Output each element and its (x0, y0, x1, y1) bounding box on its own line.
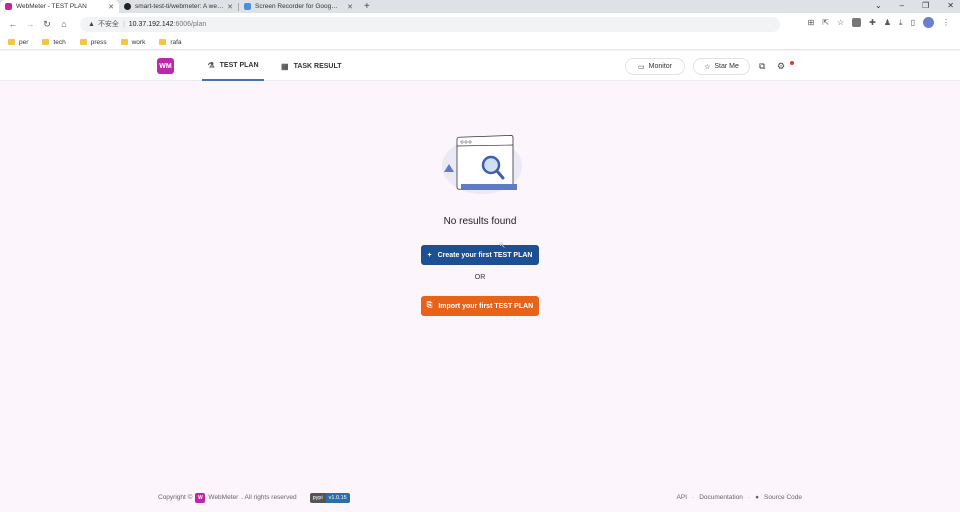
back-arrow-icon[interactable]: ← (6, 19, 20, 29)
no-results-title: No results found (443, 216, 517, 227)
side-panel-icon[interactable]: ▯ (911, 18, 915, 27)
translate-icon[interactable]: ⊞ (808, 18, 815, 27)
browser-addressbar: ← → ↻ ⌂ ▲ 不安全 | 10.37.192.142 :6006/plan… (0, 13, 960, 35)
webmeter-logo[interactable]: WM (157, 58, 174, 74)
mouse-cursor-icon: ↖ (499, 241, 506, 250)
bookmarks-bar: per tech press work rafa (0, 35, 960, 50)
tab-title: WebMeter - TEST PLAN (16, 3, 87, 10)
create-test-plan-button[interactable]: + Create your first TEST PLAN (421, 245, 539, 265)
import-test-plan-label: Import your first TEST PLAN (438, 302, 534, 310)
close-tab-icon[interactable]: ✕ (108, 3, 114, 11)
app-header: WM ⚗ TEST PLAN ▦ TASK RESULT ▭ Monitor ☆… (0, 51, 960, 81)
browser-tab-webmeter[interactable]: WebMeter - TEST PLAN ✕ (0, 0, 119, 13)
import-test-plan-button[interactable]: ⎘ Import your first TEST PLAN (421, 296, 539, 316)
reload-icon[interactable]: ↻ (40, 19, 54, 30)
bookmark-star-icon[interactable]: ☆ (837, 18, 844, 27)
tab-test-plan-label: TEST PLAN (219, 61, 259, 69)
minimize-icon[interactable]: – (900, 1, 904, 10)
close-tab-icon[interactable]: ✕ (227, 3, 233, 11)
link-separator: · (692, 494, 695, 501)
github-icon: ● (755, 494, 760, 501)
puzzle-extensions-icon[interactable]: ✚ (869, 18, 876, 27)
recorder-favicon-icon (244, 3, 251, 10)
share-icon[interactable]: ⇱ (822, 18, 829, 27)
download-icon[interactable]: ⤓ (899, 18, 903, 28)
url-path: :6006/plan (173, 20, 207, 28)
documentation-link[interactable]: Documentation (699, 494, 743, 501)
bookmark-folder-work[interactable]: work (120, 38, 146, 46)
browser-tab-recorder[interactable]: Screen Recorder for Goog… ✕ (239, 0, 358, 13)
footer-copyright: Copyright © W WebMeter . All rights rese… (158, 492, 350, 503)
bookmark-label: tech (53, 38, 66, 46)
bookmark-folder-rafa[interactable]: rafa (159, 38, 182, 46)
bookmark-folder-tech[interactable]: tech (42, 38, 66, 46)
copyright-text: Copyright © (158, 494, 193, 501)
flask-icon: ⚗ (207, 60, 215, 70)
monitor-button[interactable]: ▭ Monitor (625, 58, 685, 75)
star-me-label: Star Me (714, 63, 739, 70)
or-divider: OR (474, 274, 486, 281)
folder-icon (79, 39, 87, 45)
bookmark-label: work (131, 38, 146, 46)
close-tab-icon[interactable]: ✕ (347, 3, 353, 11)
api-link[interactable]: API (677, 494, 687, 501)
monitor-label: Monitor (648, 63, 672, 70)
tab-test-plan[interactable]: ⚗ TEST PLAN (202, 51, 264, 81)
home-icon[interactable]: ⌂ (57, 19, 71, 29)
folder-icon (8, 39, 15, 45)
source-code-link[interactable]: Source Code (764, 494, 802, 501)
bookmark-label: rafa (170, 38, 182, 46)
browser-tabbar: WebMeter - TEST PLAN ✕ smart-test-ti/web… (0, 0, 960, 13)
url-divider: | (122, 20, 125, 28)
extension-icon[interactable] (852, 18, 862, 27)
github-favicon-icon (124, 3, 131, 10)
bookmark-label: per (19, 38, 29, 46)
empty-search-illustration (442, 135, 522, 194)
tab-task-result-label: TASK RESULT (293, 62, 342, 70)
url-bar[interactable]: ▲ 不安全 | 10.37.192.142 :6006/plan (80, 16, 780, 32)
profile-avatar[interactable] (923, 17, 934, 28)
footer-brand[interactable]: WebMeter (208, 494, 238, 501)
toolbar-icons: ⊞ ⇱ ☆ ✚ ♟ ⤓ ▯ ⋮ (808, 17, 950, 28)
plus-icon: + (427, 251, 432, 259)
gear-icon[interactable]: ⚙ (777, 61, 785, 72)
monitor-icon: ▭ (638, 63, 645, 71)
window-controls: ⌄ – ❐ ✕ (875, 0, 954, 11)
footer-links: API · Documentation · ● Source Code (677, 492, 802, 503)
create-test-plan-label: Create your first TEST PLAN (437, 251, 533, 259)
translate-icon[interactable]: ⧉ (759, 61, 765, 72)
star-me-button[interactable]: ☆ Star Me (693, 58, 750, 75)
tab-search-chevron-icon[interactable]: ⌄ (875, 1, 882, 10)
webmeter-favicon-icon (5, 3, 12, 10)
calendar-icon: ▦ (281, 61, 289, 71)
star-icon: ☆ (704, 63, 711, 71)
bookmark-folder-per[interactable]: per (8, 39, 28, 46)
notification-dot (790, 61, 794, 65)
tab-title: Screen Recorder for Goog… (255, 3, 338, 10)
browser-tab-github[interactable]: smart-test-ti/webmeter: A we… ✕ (119, 0, 238, 13)
pypi-version-badge[interactable]: pypi v1.0.15 (309, 492, 350, 503)
webmeter-mini-logo: W (195, 492, 206, 503)
insecure-label[interactable]: 不安全 (98, 19, 119, 29)
folder-icon (42, 39, 50, 45)
link-separator: · (747, 494, 751, 501)
close-window-icon[interactable]: ✕ (947, 1, 954, 10)
url-host: 10.37.192.142 (128, 20, 174, 28)
tab-task-result[interactable]: ▦ TASK RESULT (281, 51, 342, 81)
menu-kebab-icon[interactable]: ⋮ (942, 18, 950, 27)
bookmark-folder-press[interactable]: press (79, 38, 107, 46)
restore-icon[interactable]: ❐ (922, 1, 929, 10)
new-tab-plus-icon[interactable]: + (364, 1, 370, 12)
rights-text: . All rights reserved (241, 494, 297, 501)
forward-arrow-icon[interactable]: → (23, 19, 37, 29)
folder-icon (120, 39, 128, 45)
tab-title: smart-test-ti/webmeter: A we… (135, 3, 224, 10)
warning-triangle-icon[interactable]: ▲ (88, 21, 95, 28)
cast-icon[interactable]: ♟ (884, 18, 891, 27)
badge-left: pypi (309, 492, 326, 503)
bookmark-label: press (90, 38, 107, 46)
folder-icon (159, 39, 167, 45)
file-import-icon: ⎘ (426, 302, 433, 309)
badge-right: v1.0.15 (325, 492, 350, 503)
